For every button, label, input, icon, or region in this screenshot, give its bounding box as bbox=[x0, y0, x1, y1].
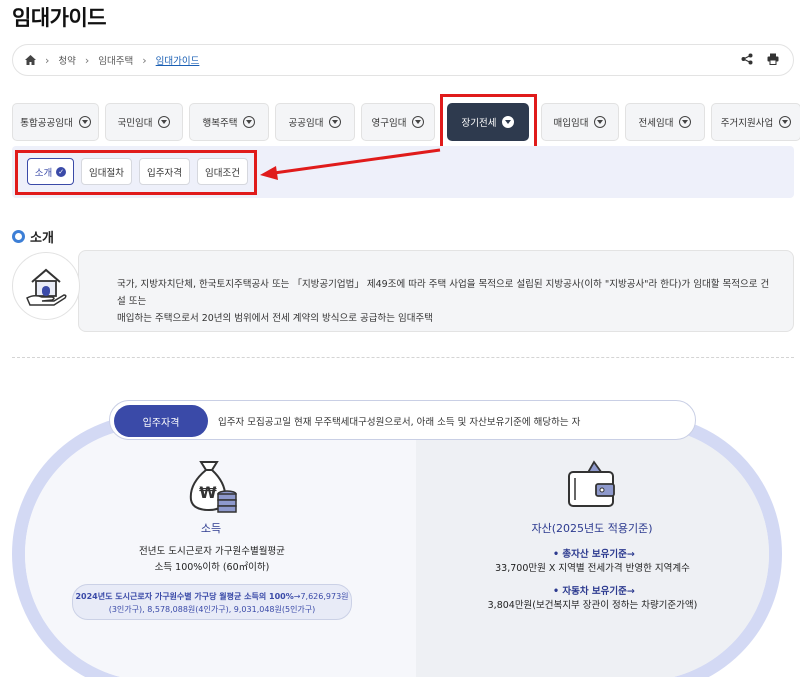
main-tabs: 통합공공임대 국민임대 행복주택 공공임대 영구임대 장기전세 매입임대 전세임… bbox=[12, 103, 800, 141]
tab-label: 주거지원사업 bbox=[720, 118, 774, 129]
income-title: 소득 bbox=[200, 522, 222, 535]
breadcrumb-item[interactable]: 임대주택 bbox=[98, 53, 133, 67]
eligibility-description: 입주자 모집공고일 현재 무주택세대구성원으로서, 아래 소득 및 자산보유기준… bbox=[218, 417, 581, 428]
breadcrumb: › 청약 › 임대주택 › 임대가이드 bbox=[12, 44, 794, 76]
tab-permanent-rental[interactable]: 영구임대 bbox=[361, 103, 435, 141]
section-title-text: 소개 bbox=[30, 231, 54, 246]
asset-car-label[interactable]: • 자동차 보유기준→ bbox=[553, 583, 635, 597]
asset-car-value: 3,804만원(보건복지부 장관이 정하는 차량기준가액) bbox=[487, 600, 698, 611]
chevron-right-icon: › bbox=[84, 53, 90, 67]
tab-national-rental[interactable]: 국민임대 bbox=[105, 103, 183, 141]
income-note-bold: 2024년도 도시근로자 가구원수별 가구당 월평균 소득의 100% bbox=[75, 592, 294, 601]
intro-line: 매입하는 주택으로서 20년의 범위에서 전세 계약의 방식으로 공급하는 임대… bbox=[117, 313, 433, 324]
tab-label: 영구임대 bbox=[371, 118, 407, 129]
breadcrumb-current[interactable]: 임대가이드 bbox=[156, 53, 200, 67]
tab-jeonse-rental[interactable]: 전세임대 bbox=[625, 103, 705, 141]
income-note-text: (3인가구), 8,578,088원(4인가구), 9,031,048원(5인가… bbox=[108, 605, 316, 614]
income-text: 전년도 도시근로자 가구원수별월평균 소득 100%이하 (60㎡이하) bbox=[82, 544, 342, 576]
income-note-text: →7,626,973원 bbox=[293, 592, 349, 601]
asset-total-label[interactable]: • 총자산 보유기준→ bbox=[553, 546, 635, 560]
chevron-right-icon: › bbox=[142, 53, 147, 67]
section-divider bbox=[12, 357, 794, 358]
bullet-icon: • bbox=[553, 586, 563, 597]
tab-integrated-public-rental[interactable]: 통합공공임대 bbox=[12, 103, 99, 141]
tab-housing-support[interactable]: 주거지원사업 bbox=[711, 103, 800, 141]
arrow-icon bbox=[260, 148, 441, 180]
asset-total-label-text: 총자산 보유기준 bbox=[562, 549, 627, 560]
intro-line: 국가, 지방자치단체, 한국토지주택공사 또는 「지방공기업법」 제49조에 따… bbox=[117, 279, 770, 307]
asset-total-value: 33,700만원 X 지역별 전세가격 반영한 지역계수 bbox=[495, 563, 690, 574]
svg-text:₩: ₩ bbox=[199, 483, 217, 502]
eligibility-header: 입주자격 입주자 모집공고일 현재 무주택세대구성원으로서, 아래 소득 및 자… bbox=[109, 400, 696, 440]
tab-label: 행복주택 bbox=[202, 118, 238, 129]
bullet-icon: • bbox=[553, 549, 563, 560]
share-icon[interactable] bbox=[741, 53, 753, 68]
chevron-down-icon bbox=[412, 116, 425, 128]
print-icon[interactable] bbox=[767, 53, 779, 68]
highlight-box-subtabs bbox=[15, 150, 257, 195]
section-title: 소개 bbox=[12, 227, 54, 246]
tab-label: 전세임대 bbox=[638, 118, 674, 129]
chevron-down-icon bbox=[78, 116, 91, 128]
asset-title: 자산(2025년도 적용기준) bbox=[531, 522, 653, 535]
tab-label: 매입임대 bbox=[553, 118, 589, 129]
intro-description: 국가, 지방자치단체, 한국토지주택공사 또는 「지방공기업법」 제49조에 따… bbox=[78, 250, 794, 332]
asset-car-label-text: 자동차 보유기준 bbox=[562, 586, 627, 597]
arrow-right-icon: → bbox=[626, 586, 635, 597]
chevron-down-icon bbox=[594, 116, 607, 128]
chevron-down-icon bbox=[679, 116, 692, 128]
income-line: 소득 100%이하 (60㎡이하) bbox=[154, 562, 270, 573]
tab-public-rental[interactable]: 공공임대 bbox=[275, 103, 355, 141]
tab-label: 공공임대 bbox=[288, 118, 324, 129]
tab-label: 국민임대 bbox=[117, 118, 153, 129]
chevron-down-icon bbox=[329, 116, 342, 128]
tab-happy-housing[interactable]: 행복주택 bbox=[189, 103, 269, 141]
arrow-right-icon: → bbox=[626, 549, 635, 560]
income-note: 2024년도 도시근로자 가구원수별 가구당 월평균 소득의 100%→7,62… bbox=[72, 584, 352, 620]
house-hand-icon bbox=[12, 252, 80, 320]
money-bag-icon: ₩ bbox=[183, 458, 239, 518]
chevron-down-icon bbox=[243, 116, 256, 128]
page-title: 임대가이드 bbox=[12, 6, 107, 30]
section-bullet-icon bbox=[12, 230, 25, 243]
chevron-down-icon bbox=[158, 116, 171, 128]
chevron-right-icon: › bbox=[45, 53, 50, 67]
highlight-box-tab bbox=[440, 94, 537, 150]
tab-purchase-rental[interactable]: 매입임대 bbox=[541, 103, 619, 141]
wallet-icon bbox=[566, 460, 618, 514]
eligibility-label: 입주자격 bbox=[114, 405, 208, 437]
home-icon[interactable] bbox=[25, 55, 36, 65]
chevron-down-icon bbox=[779, 116, 792, 128]
breadcrumb-item[interactable]: 청약 bbox=[58, 53, 75, 67]
income-line: 전년도 도시근로자 가구원수별월평균 bbox=[139, 546, 285, 557]
tab-label: 통합공공임대 bbox=[20, 118, 73, 129]
